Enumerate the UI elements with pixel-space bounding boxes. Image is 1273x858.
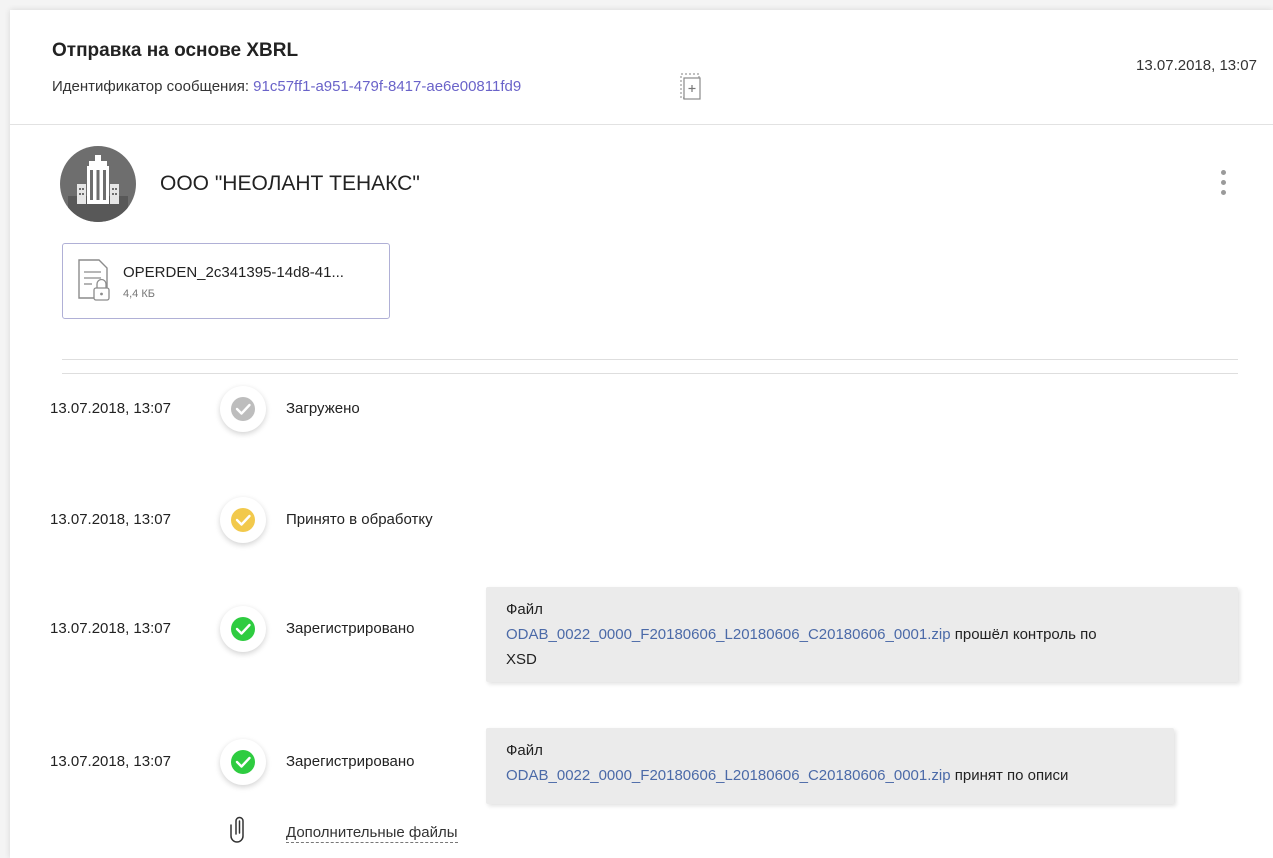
event-status: Зарегистрировано <box>286 620 415 637</box>
event-status: Зарегистрировано <box>286 753 415 770</box>
divider <box>62 373 1238 374</box>
event-note: Файл ODAB_0022_0000_F20180606_L20180606_… <box>486 728 1174 804</box>
attachment-file[interactable]: OPERDEN_2c341395-14d8-41... 4,4 КБ <box>62 243 390 319</box>
copy-icon[interactable] <box>680 71 702 101</box>
event-status: Загружено <box>286 400 360 417</box>
extra-files-label: Дополнительные файлы <box>286 824 458 843</box>
page-title: Отправка на основе XBRL <box>52 40 299 61</box>
message-id-label: Идентификатор сообщения: <box>52 78 254 95</box>
note-text: принят по описи <box>950 767 1069 784</box>
encrypted-document-icon <box>77 258 111 302</box>
status-check-icon <box>220 497 266 543</box>
note-text: прошёл контроль по <box>950 626 1097 643</box>
note-file-link[interactable]: ODAB_0022_0000_F20180606_L20180606_C2018… <box>506 626 951 643</box>
message-header: Отправка на основе XBRL Идентификатор со… <box>10 10 1273 125</box>
message-id-link[interactable]: 91c57ff1-a951-479f-8417-ae6e00811fd9 <box>253 78 521 95</box>
note-text-cont: XSD <box>506 651 537 668</box>
note-prefix: Файл <box>506 601 543 618</box>
more-options-icon[interactable] <box>1218 170 1228 200</box>
note-file-link[interactable]: ODAB_0022_0000_F20180606_L20180606_C2018… <box>506 767 951 784</box>
event-note: Файл ODAB_0022_0000_F20180606_L20180606_… <box>486 587 1238 682</box>
organization-name: ООО "НЕОЛАНТ ТЕНАКС" <box>160 172 420 195</box>
note-prefix: Файл <box>506 742 543 759</box>
divider <box>62 359 1238 360</box>
message-id-row: Идентификатор сообщения: 91c57ff1-a951-4… <box>52 78 521 95</box>
building-icon <box>60 146 136 222</box>
event-date: 13.07.2018, 13:07 <box>50 511 171 528</box>
event-date: 13.07.2018, 13:07 <box>50 620 171 637</box>
status-check-icon <box>220 386 266 432</box>
status-check-icon <box>220 739 266 785</box>
organization-row: ООО "НЕОЛАНТ ТЕНАКС" <box>52 146 1242 222</box>
status-event: 13.07.2018, 13:07 Принято в обработку <box>10 494 1273 554</box>
status-check-icon <box>220 606 266 652</box>
status-event: 13.07.2018, 13:07 Загружено <box>10 383 1273 443</box>
attachment-file-name: OPERDEN_2c341395-14d8-41... <box>123 264 344 281</box>
event-date: 13.07.2018, 13:07 <box>50 753 171 770</box>
paperclip-icon <box>230 816 250 844</box>
message-card: Отправка на основе XBRL Идентификатор со… <box>10 10 1273 858</box>
event-date: 13.07.2018, 13:07 <box>50 400 171 417</box>
header-date: 13.07.2018, 13:07 <box>1136 57 1257 74</box>
attachment-file-size: 4,4 КБ <box>123 288 155 300</box>
event-status: Принято в обработку <box>286 511 433 528</box>
